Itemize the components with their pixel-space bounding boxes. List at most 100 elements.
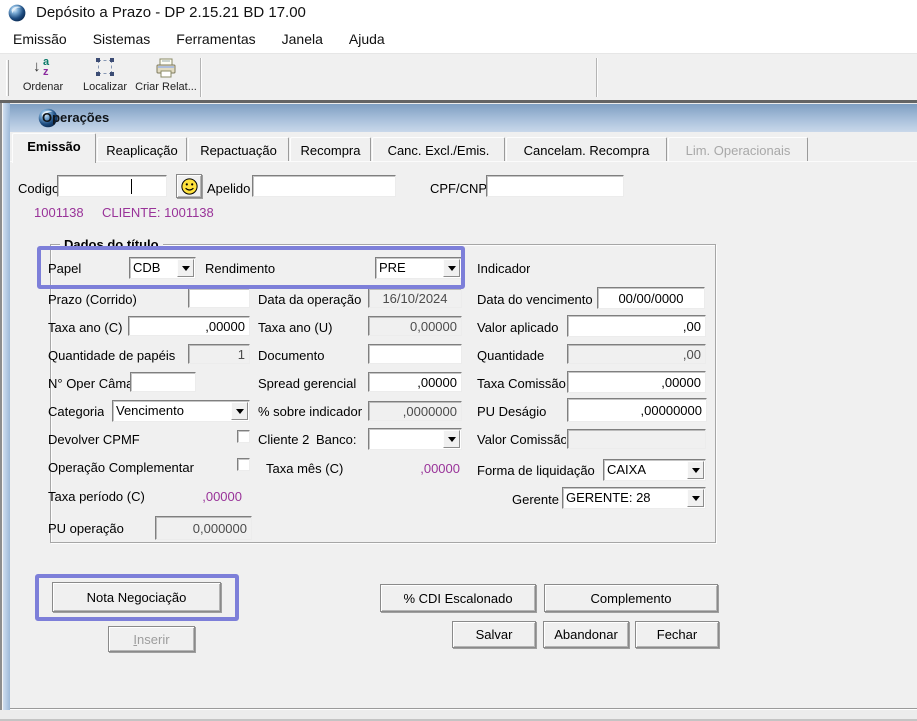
pu-desagio-label: PU Deságio bbox=[477, 404, 547, 419]
operacao-complementar-checkbox[interactable] bbox=[237, 458, 250, 471]
prazo-corrido-label: Prazo (Corrido) bbox=[48, 292, 137, 307]
gerente-label: Gerente bbox=[512, 492, 559, 507]
spread-gerencial-label: Spread gerencial bbox=[258, 376, 357, 391]
forma-liquidacao-combobox[interactable]: CAIXA bbox=[603, 459, 706, 481]
pct-sobre-indicador-label: % sobre indicador bbox=[258, 404, 363, 419]
cpf-cnpj-input[interactable] bbox=[486, 175, 624, 197]
spread-gerencial-input[interactable] bbox=[368, 372, 462, 392]
locate-icon bbox=[93, 57, 117, 79]
chevron-down-icon[interactable] bbox=[687, 461, 704, 479]
data-vencimento-input[interactable] bbox=[597, 287, 705, 309]
banco-combobox[interactable] bbox=[368, 428, 462, 450]
rendimento-label: Rendimento bbox=[205, 261, 276, 276]
client-lookup-button[interactable] bbox=[176, 174, 202, 198]
pu-operacao-label: PU operação bbox=[48, 521, 124, 536]
tab-strip-baseline bbox=[10, 161, 917, 162]
nota-negociacao-button[interactable]: Nota Negociação bbox=[52, 582, 221, 612]
apelido-input[interactable] bbox=[252, 175, 396, 197]
client-code: 1001138 bbox=[34, 205, 84, 220]
tab-emissao[interactable]: Emissão bbox=[12, 133, 96, 163]
menu-ferramentas[interactable]: Ferramentas bbox=[163, 28, 268, 50]
valor-comissao-label: Valor Comissão bbox=[477, 432, 566, 447]
operacao-complementar-label: Operação Complementar bbox=[48, 460, 194, 475]
taxa-ano-c-label: Taxa ano (C) bbox=[48, 320, 123, 335]
cliente2-label: Cliente 2 bbox=[258, 432, 310, 447]
taxa-ano-u-label: Taxa ano (U) bbox=[258, 320, 333, 335]
mdi-left-strip bbox=[2, 103, 10, 721]
tab-reaplicacao[interactable]: Reaplicação bbox=[97, 137, 187, 162]
chevron-down-icon[interactable] bbox=[177, 259, 194, 277]
inserir-button: Inserir bbox=[108, 626, 195, 652]
prazo-corrido-input[interactable] bbox=[188, 288, 250, 308]
gerente-combobox[interactable]: GERENTE: 28 bbox=[562, 487, 706, 509]
criar-relatorio-button[interactable]: Criar Relat... bbox=[134, 57, 198, 99]
forma-liquidacao-label: Forma de liquidação bbox=[477, 463, 595, 478]
data-operacao-label: Data da operação bbox=[258, 292, 362, 307]
apelido-label: Apelido bbox=[207, 181, 251, 196]
tab-repactuacao[interactable]: Repactuação bbox=[188, 137, 289, 162]
groupbox-title: Dados do título bbox=[60, 237, 163, 252]
taxa-mes-c-value: ,00000 bbox=[420, 461, 460, 476]
rendimento-combobox[interactable]: PRE bbox=[375, 257, 462, 279]
tab-canc-excl-emis[interactable]: Canc. Excl./Emis. bbox=[372, 137, 505, 162]
valor-comissao-value bbox=[567, 429, 706, 449]
menu-ajuda[interactable]: Ajuda bbox=[336, 28, 398, 50]
menu-emissao[interactable]: Emissão bbox=[0, 28, 80, 50]
quantidade-value: ,00 bbox=[567, 344, 706, 364]
devolver-cpmf-checkbox[interactable] bbox=[237, 430, 250, 443]
salvar-button[interactable]: Salvar bbox=[452, 621, 536, 648]
toolbar-separator bbox=[596, 58, 598, 97]
tab-lim-operacionais: Lim. Operacionais bbox=[668, 137, 808, 162]
menu-bar: Emissão Sistemas Ferramentas Janela Ajud… bbox=[0, 26, 917, 52]
chevron-down-icon[interactable] bbox=[231, 402, 248, 420]
localizar-button[interactable]: Localizar bbox=[76, 57, 134, 99]
ordenar-button[interactable]: ↓ a z Ordenar bbox=[14, 56, 72, 99]
fechar-button[interactable]: Fechar bbox=[635, 621, 719, 648]
operations-titlebar bbox=[10, 104, 917, 132]
codigo-label: Codigo bbox=[18, 181, 60, 196]
qtd-papeis-value: 1 bbox=[188, 344, 250, 364]
documento-label: Documento bbox=[258, 348, 325, 363]
indicador-label: Indicador bbox=[477, 261, 531, 276]
categoria-label: Categoria bbox=[48, 404, 105, 419]
taxa-periodo-c-value: ,00000 bbox=[202, 489, 242, 504]
data-vencimento-label: Data do vencimento bbox=[477, 292, 593, 307]
documento-input[interactable] bbox=[368, 344, 462, 364]
taxa-ano-u-value: 0,00000 bbox=[368, 316, 462, 336]
operations-title: Operações bbox=[42, 110, 110, 125]
toolbar-gripper bbox=[6, 60, 9, 96]
valor-aplicado-label: Valor aplicado bbox=[477, 320, 559, 335]
client-name: CLIENTE: 1001138 bbox=[102, 205, 214, 220]
taxa-comissao-label: Taxa Comissão bbox=[477, 376, 566, 391]
cpf-cnpj-label: CPF/CNPJ bbox=[430, 181, 494, 196]
tab-cancelam-recompra[interactable]: Cancelam. Recompra bbox=[506, 137, 667, 162]
abandonar-button[interactable]: Abandonar bbox=[543, 621, 629, 648]
papel-combobox[interactable]: CDB bbox=[129, 257, 196, 279]
chevron-down-icon[interactable] bbox=[443, 430, 460, 448]
taxa-comissao-input[interactable] bbox=[567, 371, 706, 393]
complemento-button[interactable]: Complemento bbox=[544, 584, 718, 612]
taxa-ano-c-input[interactable] bbox=[128, 316, 250, 336]
app-titlebar: Depósito a Prazo - DP 2.15.21 BD 17.00 bbox=[0, 0, 917, 26]
sort-az-icon: ↓ a z bbox=[33, 56, 50, 78]
data-operacao-value: 16/10/2024 bbox=[368, 288, 462, 308]
pu-operacao-value: 0,000000 bbox=[155, 516, 252, 540]
codigo-input[interactable] bbox=[57, 175, 167, 197]
devolver-cpmf-label: Devolver CPMF bbox=[48, 432, 140, 447]
chevron-down-icon[interactable] bbox=[687, 489, 704, 507]
toolbar: ↓ a z Ordenar Localizar Criar Relat... bbox=[0, 53, 917, 100]
window-title: Depósito a Prazo - DP 2.15.21 BD 17.00 bbox=[36, 4, 306, 21]
qtd-papeis-label: Quantidade de papéis bbox=[48, 348, 176, 363]
n-oper-camara-input[interactable] bbox=[130, 372, 196, 392]
chevron-down-icon[interactable] bbox=[443, 259, 460, 277]
menu-janela[interactable]: Janela bbox=[269, 28, 336, 50]
taxa-mes-c-label: Taxa mês (C) bbox=[266, 461, 344, 476]
toolbar-separator bbox=[200, 58, 202, 97]
tab-recompra[interactable]: Recompra bbox=[290, 137, 371, 162]
pu-desagio-input[interactable] bbox=[567, 398, 707, 422]
menu-sistemas[interactable]: Sistemas bbox=[80, 28, 164, 50]
valor-aplicado-input[interactable] bbox=[567, 315, 706, 337]
categoria-combobox[interactable]: Vencimento bbox=[112, 400, 250, 422]
cdi-escalonado-button[interactable]: % CDI Escalonado bbox=[380, 584, 536, 612]
text-caret bbox=[131, 179, 132, 194]
